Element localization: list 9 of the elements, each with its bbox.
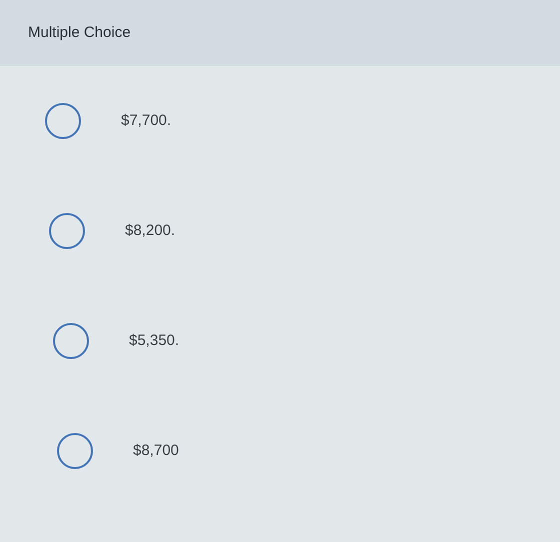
radio-button[interactable]	[45, 103, 81, 139]
option-label: $8,700	[133, 440, 179, 461]
question-type-title: Multiple Choice	[28, 22, 131, 43]
radio-button[interactable]	[57, 433, 93, 469]
radio-button[interactable]	[49, 213, 85, 249]
radio-button[interactable]	[53, 323, 89, 359]
option-label: $8,200.	[125, 220, 176, 241]
option-label: $7,700.	[121, 110, 172, 131]
option-label: $5,350.	[129, 330, 180, 351]
